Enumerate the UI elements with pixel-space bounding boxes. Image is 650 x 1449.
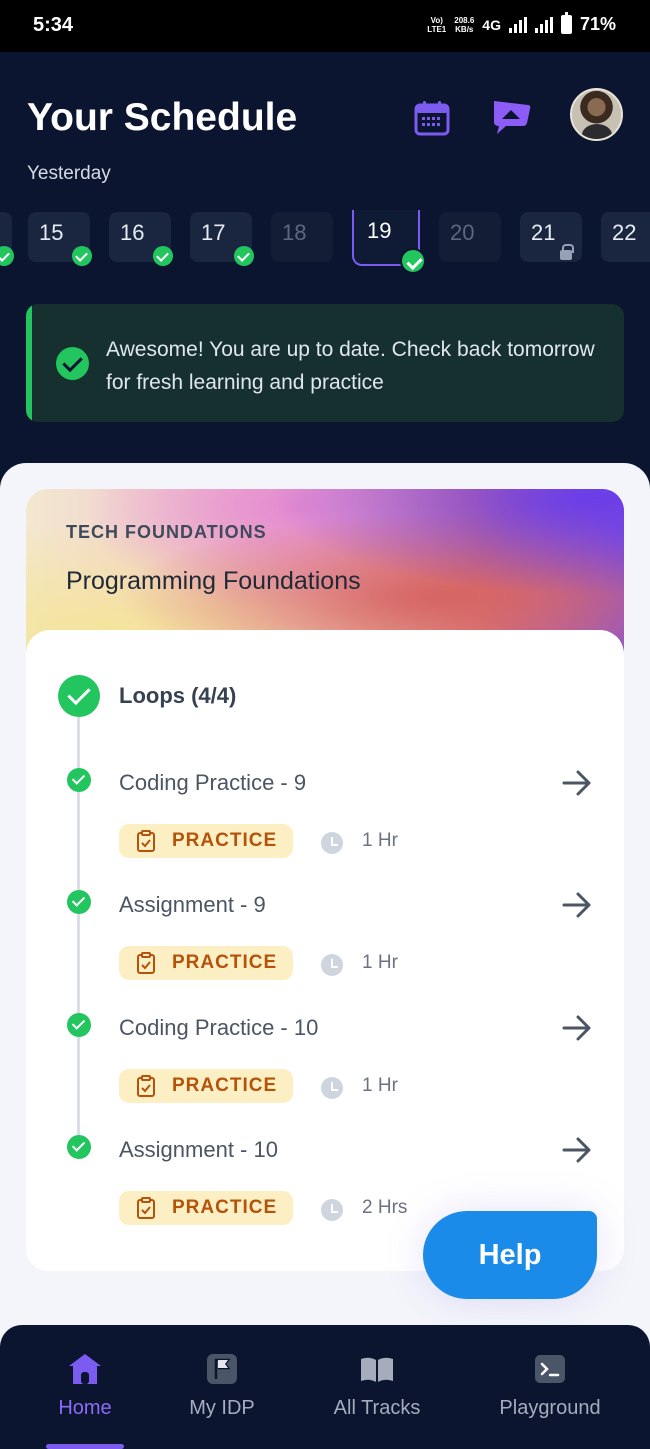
- bottom-nav: Home My IDP All Tracks Playground: [0, 1325, 650, 1449]
- arrow-right-icon[interactable]: [562, 1015, 592, 1041]
- nav-tab-my-idp[interactable]: My IDP: [170, 1325, 274, 1449]
- arrow-right-icon[interactable]: [562, 1137, 592, 1163]
- item-title: Coding Practice - 10: [119, 1015, 319, 1040]
- item-duration: 1 Hr: [362, 1075, 398, 1096]
- completed-check-icon: [67, 890, 91, 914]
- course-name: Programming Foundations: [66, 567, 361, 595]
- nav-tab-playground[interactable]: Playground: [488, 1325, 612, 1449]
- clipboard-check-icon: [137, 1197, 155, 1219]
- nav-tab-home[interactable]: Home: [34, 1325, 136, 1449]
- item-title: Assignment - 9: [119, 892, 266, 917]
- date-strip: 15 16 17 18 19 20 21 22: [0, 210, 650, 280]
- terminal-icon: [535, 1355, 565, 1383]
- volte-indicator: Vo) LTE1: [427, 15, 447, 34]
- app-screen: 5:34 Vo) LTE1 208.6 KB/s 4G 71% Your Sch…: [0, 0, 650, 1449]
- status-icons: Vo) LTE1 208.6 KB/s 4G 71%: [427, 12, 616, 35]
- clock-icon: [321, 1077, 343, 1099]
- arrow-right-icon[interactable]: [562, 770, 592, 796]
- user-avatar[interactable]: [570, 88, 623, 141]
- practice-badge: PRACTICE: [119, 824, 293, 858]
- list-item[interactable]: Coding Practice - 9 PRACTICE 1 Hr: [0, 768, 650, 888]
- battery-level: 71%: [579, 14, 616, 34]
- clock-icon: [321, 1199, 343, 1221]
- network-speed: 208.6 KB/s: [454, 15, 475, 34]
- arrow-right-icon[interactable]: [562, 892, 592, 918]
- item-duration: 1 Hr: [362, 830, 398, 851]
- check-circle-icon: [56, 347, 89, 380]
- clock-icon: [321, 954, 343, 976]
- item-duration: 1 Hr: [362, 952, 398, 973]
- chat-bubble-icon[interactable]: [490, 97, 532, 137]
- completed-check-icon: [153, 246, 173, 266]
- battery-icon: [560, 12, 572, 34]
- active-tab-indicator: [46, 1444, 124, 1449]
- list-item[interactable]: Coding Practice - 10 PRACTICE 1 Hr: [0, 1013, 650, 1133]
- date-item-19-selected[interactable]: 19: [352, 210, 426, 274]
- practice-badge: PRACTICE: [119, 1069, 293, 1103]
- practice-badge: PRACTICE: [119, 1191, 293, 1225]
- help-button[interactable]: Help: [423, 1211, 597, 1299]
- home-icon: [69, 1354, 101, 1384]
- clock-icon: [321, 832, 343, 854]
- completed-check-icon: [72, 246, 92, 266]
- completed-check-icon: [400, 248, 426, 274]
- signal-icon-2: [534, 16, 553, 33]
- date-item-15[interactable]: 15: [28, 212, 92, 266]
- date-item-22[interactable]: 22: [601, 212, 650, 262]
- date-item-21[interactable]: 21: [520, 212, 582, 262]
- nav-tab-all-tracks[interactable]: All Tracks: [318, 1325, 436, 1449]
- date-item-18[interactable]: 18: [271, 212, 333, 262]
- calendar-icon[interactable]: [414, 100, 450, 136]
- completed-check-icon: [67, 1013, 91, 1037]
- date-item-16[interactable]: 16: [109, 212, 173, 266]
- banner-text: Awesome! You are up to date. Check back …: [106, 338, 595, 394]
- completed-check-icon: [67, 768, 91, 792]
- status-bar: 5:34 Vo) LTE1 208.6 KB/s 4G 71%: [0, 0, 650, 52]
- date-item-14[interactable]: [0, 212, 14, 266]
- completed-check-icon: [234, 246, 254, 266]
- page-title: Your Schedule: [27, 96, 298, 139]
- list-item[interactable]: Assignment - 9 PRACTICE 1 Hr: [0, 890, 650, 1010]
- item-duration: 2 Hrs: [362, 1197, 408, 1218]
- lock-icon: [560, 244, 574, 260]
- clipboard-check-icon: [137, 830, 155, 852]
- topic-title: Loops (4/4): [119, 683, 237, 708]
- clipboard-check-icon: [137, 952, 155, 974]
- practice-badge: PRACTICE: [119, 946, 293, 980]
- date-item-17[interactable]: 17: [190, 212, 254, 266]
- completed-check-icon: [0, 246, 14, 266]
- status-time: 5:34: [33, 14, 74, 36]
- selected-day-label: Yesterday: [27, 163, 111, 184]
- completed-check-icon: [67, 1135, 91, 1159]
- flag-icon: [207, 1354, 237, 1384]
- item-title: Assignment - 10: [119, 1137, 278, 1162]
- banner-accent-bar: [26, 304, 32, 422]
- up-to-date-banner: Awesome! You are up to date. Check back …: [26, 304, 624, 422]
- book-icon: [361, 1357, 393, 1382]
- network-type: 4G: [482, 16, 501, 33]
- course-category: TECH FOUNDATIONS: [66, 522, 267, 542]
- signal-icon: [508, 16, 527, 33]
- item-title: Coding Practice - 9: [119, 770, 307, 795]
- topic-complete-icon: [58, 675, 100, 717]
- date-item-20[interactable]: 20: [439, 212, 501, 262]
- clipboard-check-icon: [137, 1075, 155, 1097]
